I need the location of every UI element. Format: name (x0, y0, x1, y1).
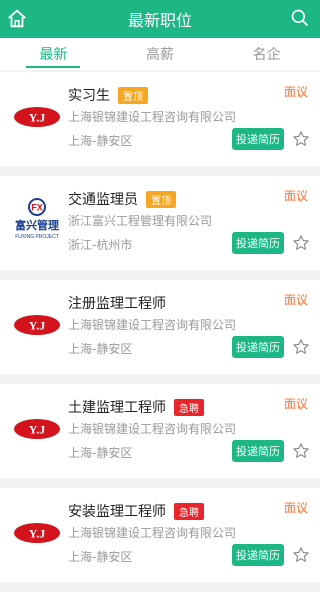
job-list: Y.J 实习生 置顶 上海银锦建设工程咨询有限公司 上海-静安区 面议 投递简历… (0, 72, 320, 592)
company-name: 上海银锦建设工程咨询有限公司 (68, 526, 237, 540)
tab-high-salary[interactable]: 高薪 (107, 38, 214, 70)
job-title-row: 安装监理工程师 急聘 (68, 501, 204, 521)
salary: 面议 (283, 293, 308, 307)
salary: 面议 (283, 397, 308, 411)
star-icon[interactable] (292, 338, 310, 356)
svg-text:Y.J: Y.J (29, 527, 46, 541)
svg-text:Y.J: Y.J (29, 423, 46, 437)
company-logo: FX 富兴管理 FUXING PROJECT (15, 198, 59, 240)
pinned-badge: 置顶 (146, 190, 176, 208)
search-icon[interactable] (290, 8, 310, 28)
svg-text:FX: FX (31, 203, 43, 213)
salary: 面议 (283, 501, 308, 515)
app-header: 最新职位 (0, 0, 320, 38)
salary: 面议 (283, 85, 308, 99)
star-icon[interactable] (292, 234, 310, 252)
page-title: 最新职位 (127, 11, 192, 30)
svg-text:Y.J: Y.J (29, 111, 46, 125)
urgent-badge: 急聘 (174, 502, 204, 520)
tab-bar: 最新 高薪 名企 (0, 38, 320, 70)
job-title: 注册监理工程师 (68, 296, 166, 312)
salary: 面议 (283, 189, 308, 203)
company-logo: Y.J (14, 419, 60, 439)
pinned-badge: 置顶 (118, 86, 148, 104)
svg-text:FUXING PROJECT: FUXING PROJECT (15, 234, 59, 240)
job-card[interactable]: FX 富兴管理 FUXING PROJECT 交通监理员 置顶 浙江富兴工程管理… (0, 176, 320, 270)
company-name: 上海银锦建设工程咨询有限公司 (68, 318, 237, 332)
apply-button[interactable]: 投递简历 (232, 544, 284, 566)
job-title-row: 交通监理员 置顶 (68, 189, 176, 209)
star-icon[interactable] (292, 546, 310, 564)
company-name: 上海银锦建设工程咨询有限公司 (68, 422, 237, 436)
company-name: 上海银锦建设工程咨询有限公司 (68, 110, 237, 124)
job-card[interactable]: Y.J 实习生 置顶 上海银锦建设工程咨询有限公司 上海-静安区 面议 投递简历 (0, 72, 320, 166)
job-card[interactable]: Y.J 土建监理工程师 急聘 上海银锦建设工程咨询有限公司 上海-静安区 面议 … (0, 384, 320, 478)
tab-famous-companies[interactable]: 名企 (213, 38, 320, 70)
job-title: 土建监理工程师 (68, 400, 166, 416)
job-location: 上海-静安区 (68, 446, 133, 460)
job-location: 上海-静安区 (68, 134, 133, 148)
job-card[interactable]: Y.J 安装监理工程师 急聘 上海银锦建设工程咨询有限公司 上海-静安区 面议 … (0, 488, 320, 582)
job-title-row: 土建监理工程师 急聘 (68, 397, 204, 417)
home-icon[interactable] (6, 8, 28, 30)
apply-button[interactable]: 投递简历 (232, 440, 284, 462)
apply-button[interactable]: 投递简历 (232, 336, 284, 358)
star-icon[interactable] (292, 130, 310, 148)
apply-button[interactable]: 投递简历 (232, 232, 284, 254)
job-title-row: 注册监理工程师 (68, 293, 166, 313)
company-logo: Y.J (14, 523, 60, 543)
company-logo: Y.J (14, 107, 60, 127)
svg-text:富兴管理: 富兴管理 (15, 218, 59, 232)
job-title: 实习生 (68, 88, 110, 104)
apply-button[interactable]: 投递简历 (232, 128, 284, 150)
tab-latest[interactable]: 最新 (0, 38, 107, 70)
svg-text:Y.J: Y.J (29, 319, 46, 333)
job-location: 上海-静安区 (68, 342, 133, 356)
star-icon[interactable] (292, 442, 310, 460)
company-logo: Y.J (14, 315, 60, 335)
job-title: 交通监理员 (68, 192, 138, 208)
job-card[interactable]: Y.J 注册监理工程师 上海银锦建设工程咨询有限公司 上海-静安区 面议 投递简… (0, 280, 320, 374)
job-title: 安装监理工程师 (68, 504, 166, 520)
job-title-row: 实习生 置顶 (68, 85, 148, 105)
job-location: 上海-静安区 (68, 550, 133, 564)
company-name: 浙江富兴工程管理有限公司 (68, 214, 213, 228)
urgent-badge: 急聘 (174, 398, 204, 416)
job-location: 浙江-杭州市 (68, 238, 133, 252)
